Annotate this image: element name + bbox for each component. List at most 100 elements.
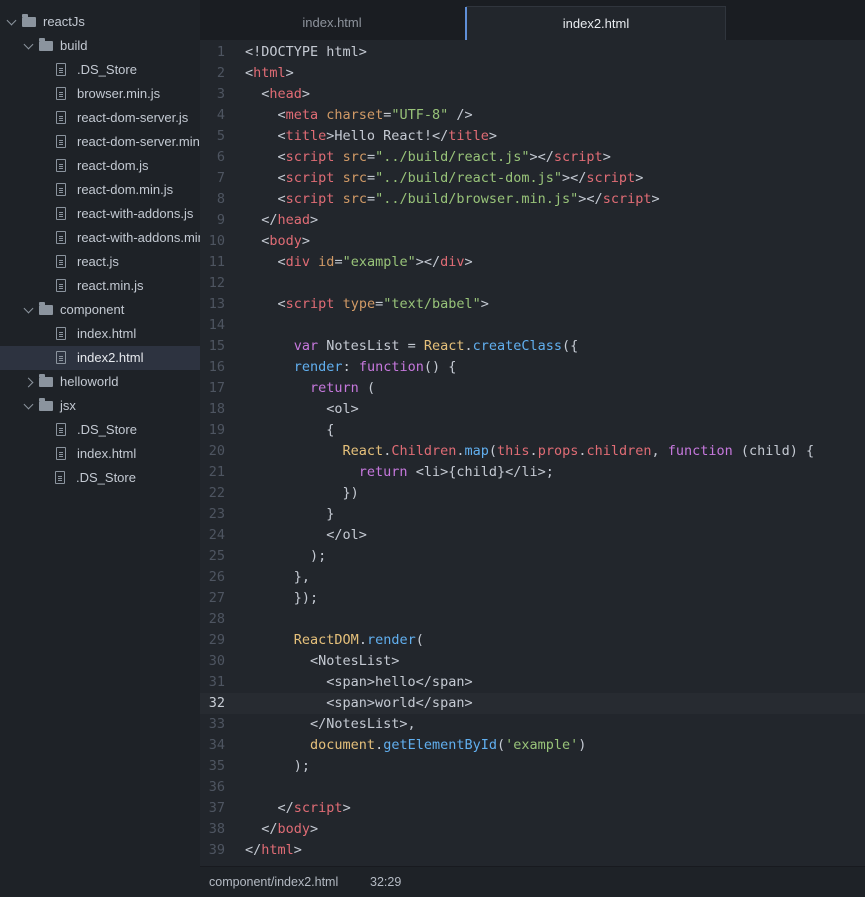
tree-file[interactable]: browser.min.js <box>0 82 200 106</box>
tree-file[interactable]: react.min.js <box>0 274 200 298</box>
line-number: 27 <box>208 590 225 606</box>
code-line[interactable]: 31 <span>hello</span> <box>200 672 865 693</box>
tree-file[interactable]: react.js <box>0 250 200 274</box>
code-line[interactable]: 2 <html> <box>200 63 865 84</box>
line-number: 21 <box>208 464 225 480</box>
tree-file[interactable]: index2.html <box>0 346 200 370</box>
code-token: . <box>464 338 473 354</box>
code-line[interactable]: 21 return <li>{child}</li>; <box>200 462 865 483</box>
chevron-right-icon[interactable] <box>23 377 34 388</box>
line-number: 17 <box>208 380 225 396</box>
tree-file[interactable]: .DS_Store <box>0 418 200 442</box>
code-line[interactable]: 14 <box>200 315 865 336</box>
chevron-down-icon[interactable] <box>23 303 34 314</box>
code-line[interactable]: 11 <div id="example"></div> <box>200 252 865 273</box>
tree-item-label: jsx <box>60 398 76 413</box>
code-token: < <box>245 170 286 186</box>
code-token: () { <box>423 359 457 375</box>
code-token: </ <box>245 842 262 858</box>
tree-file[interactable]: react-with-addons.min.js <box>0 226 200 250</box>
code-line[interactable]: 28 <box>200 609 865 630</box>
code-line[interactable]: 25 ); <box>200 546 865 567</box>
code-line[interactable]: 5 <title>Hello React!</title> <box>200 126 865 147</box>
file-icon <box>56 159 66 172</box>
tab-index-html[interactable]: index.html <box>200 6 464 40</box>
line-number: 36 <box>208 779 225 795</box>
tree-item-label: .DS_Store <box>77 62 137 77</box>
code-line[interactable]: 15 var NotesList = React.createClass({ <box>200 336 865 357</box>
tree-file[interactable]: react-with-addons.js <box>0 202 200 226</box>
code-line[interactable]: 10 <body> <box>200 231 865 252</box>
tree-file[interactable]: index.html <box>0 442 200 466</box>
code-token: ></ <box>415 254 441 270</box>
code-token: : <box>342 359 359 375</box>
tab-index2-html[interactable]: index2.html <box>465 6 726 41</box>
code-line[interactable]: 36 <box>200 777 865 798</box>
line-number: 18 <box>208 401 225 417</box>
code-token: title <box>448 128 489 144</box>
tree-file[interactable]: .DS_Store <box>0 58 200 82</box>
code-line[interactable]: 7 <script src="../build/react-dom.js"></… <box>200 168 865 189</box>
code-line[interactable]: 35 ); <box>200 756 865 777</box>
code-token: < <box>245 296 286 312</box>
code-line[interactable]: 33 </NotesList>, <box>200 714 865 735</box>
tree-folder[interactable]: jsx <box>0 394 200 418</box>
code-token: html <box>261 842 294 858</box>
chevron-down-icon[interactable] <box>23 399 34 410</box>
code-line[interactable]: 37 </script> <box>200 798 865 819</box>
tree-folder[interactable]: component <box>0 298 200 322</box>
code-line[interactable]: 9 </head> <box>200 210 865 231</box>
tree-file[interactable]: react-dom-server.min.js <box>0 130 200 154</box>
code-editor[interactable]: 1 <!DOCTYPE html> 2 <html> 3 <head> 4 <meta c… <box>200 40 865 866</box>
tree-item-label: react.min.js <box>77 278 144 293</box>
code-line[interactable]: 3 <head> <box>200 84 865 105</box>
code-line[interactable]: 18 <ol> <box>200 399 865 420</box>
code-line[interactable]: 26 }, <box>200 567 865 588</box>
code-line[interactable]: 19 { <box>200 420 865 441</box>
code-token: < <box>245 233 270 249</box>
code-token: > <box>488 128 497 144</box>
code-text: </body> <box>245 819 318 840</box>
tree-folder[interactable]: build <box>0 34 200 58</box>
code-line[interactable]: 16 render: function() { <box>200 357 865 378</box>
chevron-down-icon[interactable] <box>23 39 34 50</box>
code-line[interactable]: 27 }); <box>200 588 865 609</box>
tree-file[interactable]: index.html <box>0 322 200 346</box>
code-text: </NotesList>, <box>245 714 416 735</box>
code-line[interactable]: 32 <span>world</span> <box>200 693 865 714</box>
code-text: <script src="../build/react.js"></script… <box>245 147 611 168</box>
tree-file[interactable]: react-dom.min.js <box>0 178 200 202</box>
code-line[interactable]: 1 <!DOCTYPE html> <box>200 42 865 63</box>
tree-file[interactable]: react-dom-server.js <box>0 106 200 130</box>
code-line[interactable]: 39 </html> <box>200 840 865 861</box>
status-cursor-position[interactable]: 32:29 <box>370 867 401 897</box>
code-line[interactable]: 6 <script src="../build/react.js"></scri… <box>200 147 865 168</box>
code-line[interactable]: 23 } <box>200 504 865 525</box>
tree-folder[interactable]: helloworld <box>0 370 200 394</box>
code-text: <meta charset="UTF-8" /> <box>245 105 473 126</box>
code-line[interactable]: 24 </ol> <box>200 525 865 546</box>
code-line[interactable]: 8 <script src="../build/browser.min.js">… <box>200 189 865 210</box>
code-line[interactable]: 30 <NotesList> <box>200 651 865 672</box>
code-line[interactable]: 38 </body> <box>200 819 865 840</box>
code-token: "text/babel" <box>383 296 481 312</box>
status-file-path[interactable]: component/index2.html <box>209 867 338 897</box>
code-line[interactable]: 29 ReactDOM.render( <box>200 630 865 651</box>
code-line[interactable]: 20 React.Children.map(this.props.childre… <box>200 441 865 462</box>
code-token: > <box>285 65 294 81</box>
code-line[interactable]: 22 }) <box>200 483 865 504</box>
code-token: . <box>375 737 384 753</box>
code-line[interactable]: 4 <meta charset="UTF-8" /> <box>200 105 865 126</box>
tree-file[interactable]: .DS_Store <box>0 466 200 490</box>
code-line[interactable]: 12 <box>200 273 865 294</box>
chevron-down-icon[interactable] <box>6 15 17 26</box>
code-line[interactable]: 34 document.getElementById('example') <box>200 735 865 756</box>
file-icon <box>56 423 66 436</box>
tree-folder[interactable]: reactJs <box>0 10 200 34</box>
tree-file[interactable]: react-dom.js <box>0 154 200 178</box>
line-number: 11 <box>208 254 225 270</box>
code-line[interactable]: 13 <script type="text/babel"> <box>200 294 865 315</box>
code-line[interactable]: 17 return ( <box>200 378 865 399</box>
code-text: React.Children.map(this.props.children, … <box>245 441 815 462</box>
